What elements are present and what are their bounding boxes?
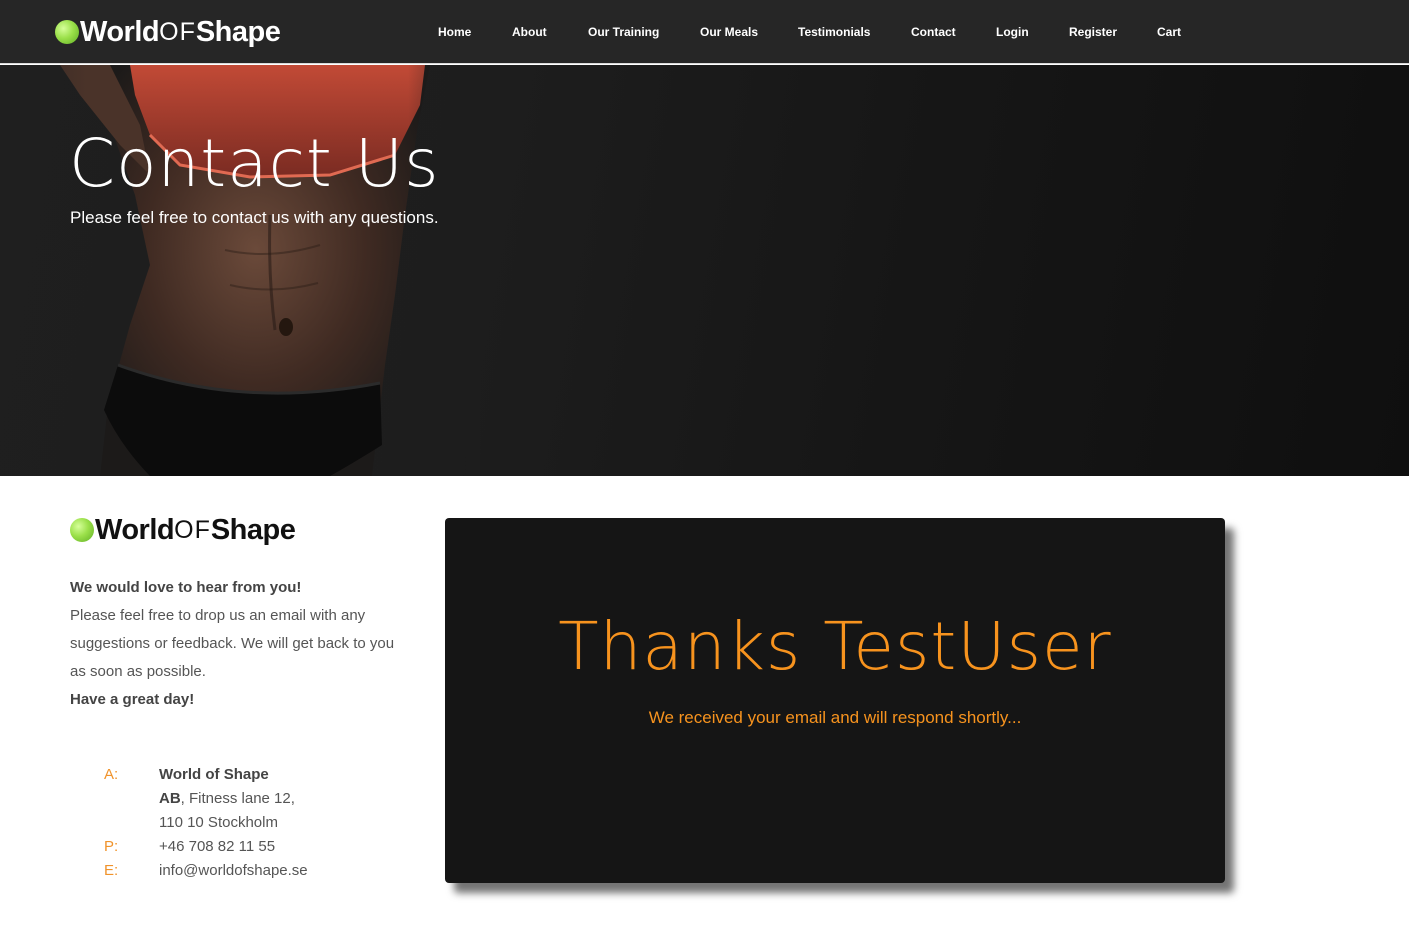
main-nav: Home About Our Training Our Meals Testim… <box>0 0 1409 64</box>
nav-our-meals[interactable]: Our Meals <box>700 24 758 40</box>
confirmation-title: Thanks TestUser <box>558 608 1112 685</box>
confirmation-card: Thanks TestUser We received your email a… <box>445 518 1225 883</box>
nav-contact[interactable]: Contact <box>911 24 956 40</box>
nav-home[interactable]: Home <box>438 24 471 40</box>
intro-body-line: Please feel free to drop us an email wit… <box>70 607 366 624</box>
phone-label: P: <box>104 838 119 855</box>
nav-about[interactable]: About <box>512 24 547 40</box>
address-city: 110 10 Stockholm <box>159 814 278 831</box>
confirmation-message: We received your email and will respond … <box>648 708 1022 727</box>
address-city-row: 110 10 Stockholm <box>104 811 308 835</box>
nav-register[interactable]: Register <box>1069 24 1117 40</box>
page-title: Contact Us <box>69 125 440 202</box>
nav-login[interactable]: Login <box>996 24 1029 40</box>
logo-text-shape: Shape <box>210 513 296 546</box>
intro-body-line: as soon as possible. <box>70 663 206 680</box>
phone-row: P: +46 708 82 11 55 <box>104 835 308 859</box>
logo-ball-icon <box>70 518 94 542</box>
intro-body-line: suggestions or feedback. We will get bac… <box>70 635 395 652</box>
company-name: World of Shape <box>159 766 269 783</box>
address-row: A: World of Shape <box>104 763 308 787</box>
nav-our-training[interactable]: Our Training <box>588 24 659 40</box>
logo-text-world: World <box>95 513 175 546</box>
content-brand-logo: World OF Shape <box>70 512 296 548</box>
contact-intro: We would love to hear from you! Please f… <box>70 574 430 714</box>
email-row: E: info@worldofshape.se <box>104 859 308 883</box>
nav-cart[interactable]: Cart <box>1157 24 1181 40</box>
top-navbar: World OF Shape Home About Our Training O… <box>0 0 1409 64</box>
hero-banner: Contact Us Please feel free to contact u… <box>0 65 1409 476</box>
logo-text-of: OF <box>174 515 211 544</box>
contact-details: A: World of Shape AB, Fitness lane 12, 1… <box>104 763 308 883</box>
email-address[interactable]: info@worldofshape.se <box>159 859 308 883</box>
phone-number[interactable]: +46 708 82 11 55 <box>159 835 275 859</box>
intro-closing: Have a great day! <box>70 691 195 708</box>
address-street-row: AB, Fitness lane 12, <box>104 787 308 811</box>
nav-testimonials[interactable]: Testimonials <box>798 24 870 40</box>
address-street: AB, Fitness lane 12, <box>159 790 295 807</box>
address-label: A: <box>104 766 119 783</box>
page-subtitle: Please feel free to contact us with any … <box>70 208 439 227</box>
email-label: E: <box>104 862 119 879</box>
intro-heading: We would love to hear from you! <box>70 579 302 596</box>
